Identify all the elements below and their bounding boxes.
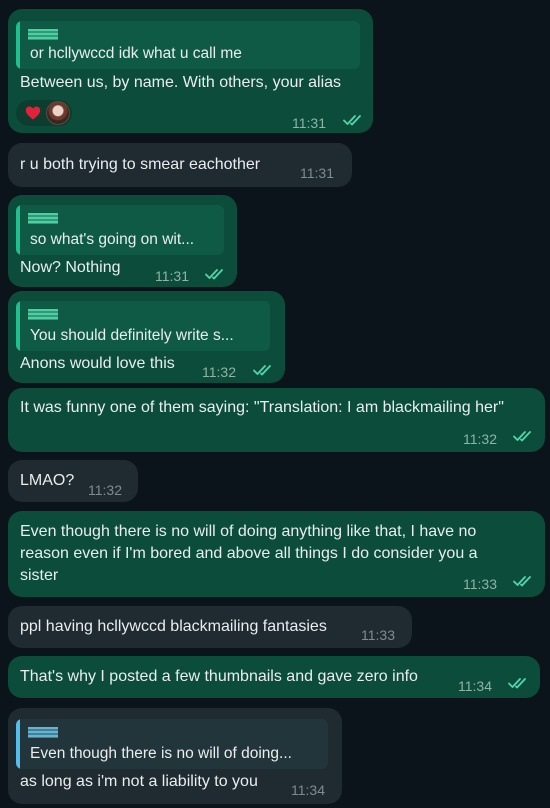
message-text: LMAO?	[20, 472, 75, 489]
message-bubble-outgoing[interactable]: That's why I posted a few thumbnails and…	[8, 656, 540, 698]
quoted-message[interactable]: so what's going on wit...	[16, 205, 224, 255]
message-text: Anons would love this	[20, 355, 175, 372]
quote-accent-bar	[16, 205, 20, 255]
quote-accent-bar	[16, 301, 20, 351]
read-receipt-icon	[513, 575, 535, 587]
quote-accent-bar	[16, 21, 20, 69]
message-text: It was funny one of them saying: "Transl…	[20, 399, 504, 416]
message-bubble-outgoing[interactable]: or hcllywccd idk what u call me Between …	[8, 9, 373, 133]
message-bubble-outgoing[interactable]: It was funny one of them saying: "Transl…	[8, 388, 545, 452]
message-text: Between us, by name. With others, your a…	[20, 74, 342, 91]
message-time: 11:33	[361, 627, 395, 643]
quoted-message[interactable]: or hcllywccd idk what u call me	[16, 21, 360, 69]
message-text: ppl having hcllywccd blackmailing fantas…	[20, 618, 327, 635]
message-time: 11:31	[155, 268, 189, 284]
read-receipt-icon	[343, 114, 365, 126]
message-bubble-outgoing[interactable]: You should definitely write s... Anons w…	[8, 291, 285, 383]
avatar	[46, 101, 70, 125]
message-text: Now? Nothing	[20, 259, 121, 276]
message-time: 11:31	[292, 115, 326, 131]
message-time: 11:34	[291, 782, 325, 798]
message-bubble-outgoing[interactable]: Even though there is no will of doing an…	[8, 511, 545, 597]
quoted-sender-name-redacted	[28, 727, 58, 738]
message-time: 11:32	[202, 364, 236, 380]
quoted-message[interactable]: Even though there is no will of doing...	[16, 719, 328, 769]
message-text: Even though there is no will of doing an…	[20, 523, 478, 584]
read-receipt-icon	[205, 268, 227, 280]
quoted-text: or hcllywccd idk what u call me	[30, 45, 242, 62]
message-bubble-incoming[interactable]: Even though there is no will of doing...…	[8, 708, 342, 804]
message-bubble-incoming[interactable]: LMAO? 11:32	[8, 460, 138, 502]
message-bubble-incoming[interactable]: ppl having hcllywccd blackmailing fantas…	[8, 606, 412, 648]
message-time: 11:32	[463, 431, 497, 447]
message-time: 11:31	[300, 165, 334, 181]
message-text: That's why I posted a few thumbnails and…	[20, 668, 418, 685]
read-receipt-icon	[508, 677, 530, 689]
message-time: 11:34	[458, 678, 492, 694]
quoted-text: Even though there is no will of doing...	[30, 745, 292, 762]
message-text: r u both trying to smear eachother	[20, 156, 261, 173]
quoted-sender-name-redacted	[28, 29, 58, 40]
quoted-sender-name-redacted	[28, 213, 58, 224]
quoted-text: so what's going on wit...	[30, 231, 195, 248]
message-bubble-incoming[interactable]: r u both trying to smear eachother 11:31	[8, 143, 352, 187]
read-receipt-icon	[513, 430, 535, 442]
message-time: 11:32	[88, 482, 122, 498]
message-time: 11:33	[463, 576, 497, 592]
reactions-pill[interactable]	[16, 100, 72, 126]
message-bubble-outgoing[interactable]: so what's going on wit... Now? Nothing 1…	[8, 195, 237, 287]
quoted-message[interactable]: You should definitely write s...	[16, 301, 270, 351]
read-receipt-icon	[253, 364, 275, 376]
quote-accent-bar	[16, 719, 20, 769]
quoted-sender-name-redacted	[28, 309, 58, 320]
quoted-text: You should definitely write s...	[30, 327, 234, 344]
message-text: as long as i'm not a liability to you	[20, 773, 258, 790]
heart-icon	[25, 106, 41, 120]
